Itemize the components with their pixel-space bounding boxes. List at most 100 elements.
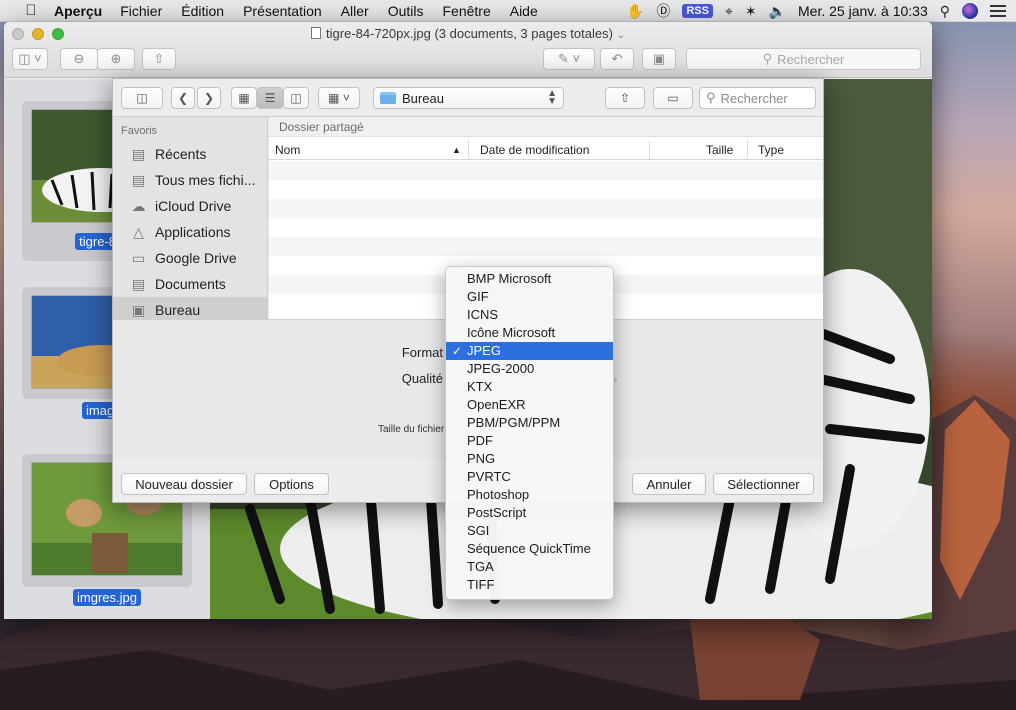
status-area: ✋ Ⓓ RSS ⌖ ✶ 🔈 Mer. 25 janv. à 10:33 ⚲ [627, 0, 1006, 22]
recents-icon: ▤ [131, 146, 146, 162]
format-option-photoshop[interactable]: Photoshop [446, 486, 613, 504]
all-files-icon: ▤ [131, 172, 146, 188]
view-columns-button[interactable]: ◫ [283, 87, 309, 109]
sheet-search-field[interactable]: ⚲ Rechercher [699, 87, 816, 109]
quality-label: Qualité [401, 371, 443, 386]
column-divider[interactable] [468, 140, 469, 160]
menu-presentation[interactable]: Présentation [243, 3, 322, 19]
cloud-icon: ☁ [131, 198, 146, 214]
menu-bar:  Aperçu Fichier Édition Présentation Al… [0, 0, 1016, 22]
format-option-pbm[interactable]: PBM/PGM/PPM [446, 414, 613, 432]
format-option-ico[interactable]: Icône Microsoft [446, 324, 613, 342]
format-option-sgi[interactable]: SGI [446, 522, 613, 540]
window-title[interactable]: tigre-84-720px.jpg (3 documents, 3 pages… [326, 26, 613, 41]
hand-icon[interactable]: ✋ [627, 3, 644, 20]
rotate-icon: ↶ [611, 51, 623, 66]
app-menu[interactable]: Aperçu [54, 3, 102, 19]
format-option-gif[interactable]: GIF [446, 288, 613, 306]
view-options-button[interactable]: ▦ ˅ [318, 87, 360, 109]
format-option-icns[interactable]: ICNS [446, 306, 613, 324]
apple-menu-icon[interactable]:  [20, 2, 42, 19]
rotate-button[interactable]: ↶ [600, 48, 634, 70]
tag-button[interactable]: ▭ [653, 87, 693, 109]
search-icon: ⚲ [762, 51, 773, 66]
menu-aide[interactable]: Aide [510, 3, 538, 19]
column-type[interactable]: Type [758, 143, 784, 157]
sidebar-item-applications[interactable]: △ Applications [113, 219, 268, 245]
format-option-bmp[interactable]: BMP Microsoft [446, 270, 613, 288]
column-name[interactable]: Nom [275, 143, 300, 157]
sidebar-toggle-button[interactable]: ◫ ˅ [12, 48, 48, 70]
sidebar-item-icloud[interactable]: ☁ iCloud Drive [113, 193, 268, 219]
bluetooth-icon[interactable]: ✶ [745, 3, 757, 20]
menu-aller[interactable]: Aller [341, 3, 369, 19]
menu-clock[interactable]: Mer. 25 janv. à 10:33 [798, 3, 928, 19]
wifi-icon[interactable]: ⌖ [725, 3, 733, 20]
window-search-field[interactable]: ⚲ Rechercher [686, 48, 921, 70]
column-divider[interactable] [649, 140, 650, 160]
rss-icon[interactable]: RSS [682, 4, 713, 18]
format-option-jpeg-label: JPEG [467, 343, 501, 358]
menu-fenetre[interactable]: Fenêtre [442, 3, 490, 19]
options-button[interactable]: Options [254, 473, 329, 495]
forward-button[interactable]: ❯ [197, 87, 221, 109]
siri-icon[interactable] [962, 3, 978, 19]
column-divider[interactable] [747, 140, 748, 160]
sidebar-item-all-files[interactable]: ▤ Tous mes fichi... [113, 167, 268, 193]
format-option-tiff[interactable]: TIFF [446, 576, 613, 594]
format-option-tga[interactable]: TGA [446, 558, 613, 576]
format-dropdown-menu: BMP Microsoft GIF ICNS Icône Microsoft ✓… [445, 266, 614, 600]
format-option-quicktime[interactable]: Séquence QuickTime [446, 540, 613, 558]
format-option-png[interactable]: PNG [446, 450, 613, 468]
column-size[interactable]: Taille [706, 143, 733, 157]
columns-icon: ◫ [290, 91, 302, 105]
markup-button[interactable]: ✎ ˅ [543, 48, 595, 70]
menu-fichier[interactable]: Fichier [120, 3, 162, 19]
view-list-button[interactable]: ☰ [257, 87, 283, 109]
menu-outils[interactable]: Outils [388, 3, 424, 19]
view-icons-button[interactable]: ▦ [231, 87, 257, 109]
format-label: Format [401, 345, 443, 360]
tag-icon: ▭ [667, 91, 679, 105]
new-folder-button[interactable]: Nouveau dossier [121, 473, 247, 495]
format-option-openexr[interactable]: OpenEXR [446, 396, 613, 414]
sidebar-toggle-button[interactable]: ◫ [121, 87, 163, 109]
file-size-label: Taille du fichier [378, 424, 445, 435]
zoom-out-button[interactable]: ⊖ [60, 48, 98, 70]
format-option-jpeg2000[interactable]: JPEG-2000 [446, 360, 613, 378]
format-option-ktx[interactable]: KTX [446, 378, 613, 396]
share-icon: ⇧ [619, 91, 631, 105]
favorites-sidebar: Favoris ▤ Récents ▤ Tous mes fichi... ☁ iCl… [113, 117, 268, 323]
toolbox-button[interactable]: ▣ [642, 48, 676, 70]
format-option-pdf[interactable]: PDF [446, 432, 613, 450]
format-option-postscript[interactable]: PostScript [446, 504, 613, 522]
zoom-in-button[interactable]: ⊕ [97, 48, 135, 70]
toolbox-icon: ▣ [652, 51, 666, 66]
onepassword-icon[interactable]: Ⓓ [656, 1, 670, 21]
shared-folder-header: Dossier partagé [269, 117, 823, 137]
back-button[interactable]: ❮ [171, 87, 195, 109]
sidebar-icon: ◫ [136, 91, 148, 105]
checkmark-icon: ✓ [452, 344, 463, 358]
share-button[interactable]: ⇧ [605, 87, 645, 109]
sort-ascending-icon[interactable]: ▲ [452, 145, 461, 155]
pen-icon: ✎ ˅ [557, 51, 581, 66]
column-headers: Nom ▲ Date de modification Taille Type [269, 140, 823, 160]
share-button[interactable]: ⇧ [142, 48, 176, 70]
sidebar-item-documents[interactable]: ▤ Documents [113, 271, 268, 297]
menu-edition[interactable]: Édition [181, 3, 224, 19]
cancel-button[interactable]: Annuler [632, 473, 706, 495]
column-modified[interactable]: Date de modification [480, 143, 589, 157]
updown-chevron-icon: ▲ ▼ [547, 88, 557, 107]
volume-icon[interactable]: 🔈 [769, 3, 786, 20]
sidebar-item-recents[interactable]: ▤ Récents [113, 141, 268, 167]
notification-center-icon[interactable] [990, 2, 1006, 20]
chevron-down-icon[interactable]: ⌄ [617, 30, 625, 41]
spotlight-icon[interactable]: ⚲ [940, 3, 950, 20]
location-popup[interactable]: Bureau ▲ ▼ [373, 87, 564, 109]
select-button[interactable]: Sélectionner [713, 473, 814, 495]
sidebar-item-google-drive[interactable]: ▭ Google Drive [113, 245, 268, 271]
format-option-jpeg[interactable]: ✓ JPEG [446, 342, 613, 360]
search-icon: ⚲ [706, 90, 716, 105]
format-option-pvrtc[interactable]: PVRTC [446, 468, 613, 486]
